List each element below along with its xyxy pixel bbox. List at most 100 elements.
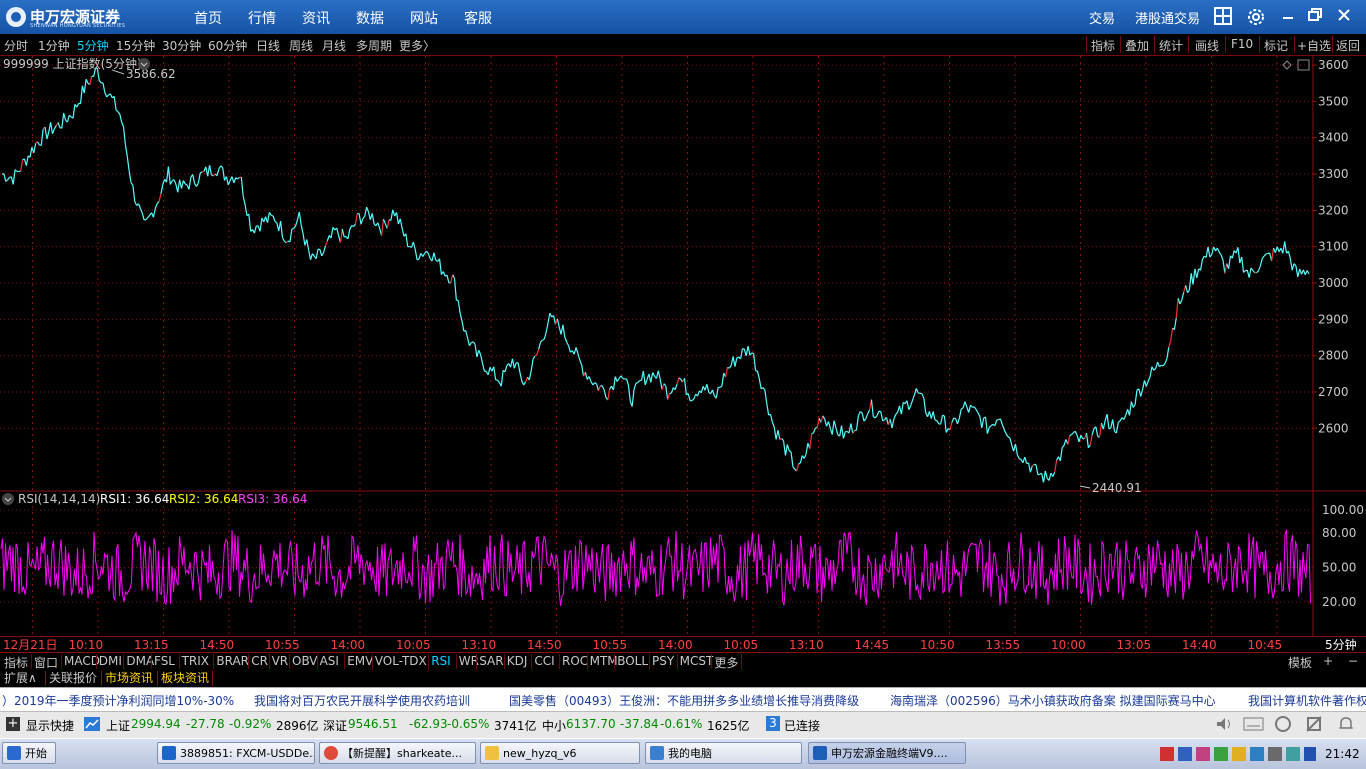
tool-f10[interactable]: F10 xyxy=(1231,37,1253,51)
y-tick-label: 2600 xyxy=(1318,421,1349,435)
period-monthly[interactable]: 月线 xyxy=(322,37,346,54)
rsi-menu-icon[interactable] xyxy=(2,493,14,505)
tool-draw[interactable]: 画线 xyxy=(1195,37,1219,54)
price-segment xyxy=(200,172,202,173)
tab-related-quotes[interactable]: 关联报价 xyxy=(45,671,100,686)
price-segment xyxy=(426,251,428,253)
nav-news[interactable]: 资讯 xyxy=(302,8,330,28)
chart-menu-icon[interactable] xyxy=(138,58,150,70)
time-label: 10:50 xyxy=(920,638,955,652)
restore-icon[interactable] xyxy=(1305,7,1325,27)
price-segment xyxy=(38,142,40,145)
indicator-[interactable]: 窗口 xyxy=(34,654,58,671)
indicator-obv[interactable]: OBV xyxy=(292,654,318,668)
indicator-voltdx[interactable]: VOL-TDX xyxy=(375,654,427,668)
indicator-emv[interactable]: EMV xyxy=(347,654,373,668)
bell-icon[interactable] xyxy=(1336,715,1356,733)
minimize-icon[interactable] xyxy=(1278,7,1298,27)
taskbar-item-active[interactable]: 申万宏源金融终端V9.... xyxy=(808,742,966,764)
tool-back[interactable]: 返回 xyxy=(1336,37,1360,54)
panel-toggle-icon[interactable] xyxy=(1298,60,1309,70)
no-disturb-icon[interactable] xyxy=(1304,715,1324,733)
taskbar-item[interactable]: 我的电脑 xyxy=(645,742,802,764)
indicator-rsi[interactable]: RSI xyxy=(431,654,451,668)
period-30min[interactable]: 30分钟 xyxy=(162,37,201,54)
show-shortcut-label[interactable]: 显示快捷 xyxy=(26,717,74,734)
tool-stats[interactable]: 统计 xyxy=(1159,37,1183,54)
indicator-[interactable]: 更多 xyxy=(714,654,738,671)
news-item[interactable]: 我国将对百万农民开展科学使用农药培训 xyxy=(254,692,470,709)
indicator-psy[interactable]: PSY xyxy=(652,654,674,668)
indicator-[interactable]: 指标 xyxy=(4,654,28,671)
price-segment xyxy=(337,228,339,236)
indicator-boll[interactable]: BOLL xyxy=(617,654,648,668)
grid-icon[interactable] xyxy=(1213,7,1233,27)
period-more[interactable]: 更多〉 xyxy=(399,37,435,54)
indicator-macd[interactable]: MACD xyxy=(64,654,100,668)
period-daily[interactable]: 日线 xyxy=(256,37,280,54)
tool-indicator[interactable]: 指标 xyxy=(1091,37,1115,54)
nav-quotes[interactable]: 行情 xyxy=(248,8,276,28)
price-segment xyxy=(722,373,724,386)
period-1min[interactable]: 1分钟 xyxy=(38,37,70,54)
tool-add-watchlist[interactable]: +自选 xyxy=(1297,37,1331,54)
gear-icon[interactable] xyxy=(1246,7,1266,27)
indicator-kdj[interactable]: KDJ xyxy=(507,654,528,668)
tab-expand[interactable]: 扩展∧ xyxy=(1,671,40,686)
system-tray[interactable] xyxy=(1158,745,1318,763)
tab-market-news[interactable]: 市场资讯 xyxy=(101,671,156,686)
speaker-icon[interactable] xyxy=(1214,715,1234,733)
template-button[interactable]: 模板 xyxy=(1288,654,1312,671)
indicator-sar[interactable]: SAR xyxy=(479,654,503,668)
indicator-asi[interactable]: ASI xyxy=(320,654,339,668)
price-segment xyxy=(118,112,120,114)
nav-website[interactable]: 网站 xyxy=(410,8,438,28)
news-item[interactable]: 我国计算机软件著作权 xyxy=(1248,692,1366,709)
period-5min[interactable]: 5分钟 xyxy=(77,37,109,54)
indicator-mcst[interactable]: MCST xyxy=(680,654,714,668)
chart-trend-icon[interactable] xyxy=(84,717,100,731)
news-item[interactable]: ）2019年一季度预计净利润同增10%-30% xyxy=(2,692,234,709)
tab-sector-news[interactable]: 板块资讯 xyxy=(157,671,213,686)
trade-link[interactable]: 交易 xyxy=(1089,8,1115,27)
kline-chart-area[interactable]: 3600350034003300320031003000290028002700… xyxy=(0,56,1366,636)
price-segment xyxy=(1165,359,1167,364)
add-window-button[interactable]: + xyxy=(1323,654,1333,668)
taskbar-item[interactable]: 3889851: FXCM-USDDe... xyxy=(157,742,315,764)
close-icon[interactable] xyxy=(1334,7,1354,27)
time-label: 10:55 xyxy=(265,638,300,652)
tool-overlay[interactable]: 叠加 xyxy=(1125,37,1149,54)
indicator-trix[interactable]: TRIX xyxy=(182,654,209,668)
taskbar-item[interactable]: new_hyzq_v6 xyxy=(480,742,640,764)
tool-mark[interactable]: 标记 xyxy=(1264,37,1288,54)
indicator-roc[interactable]: ROC xyxy=(562,654,588,668)
keyboard-icon[interactable] xyxy=(1243,716,1265,732)
start-button[interactable]: 开始 xyxy=(2,742,56,764)
nav-home[interactable]: 首页 xyxy=(194,8,222,28)
indicator-cr[interactable]: CR xyxy=(251,654,268,668)
time-label: 13:05 xyxy=(1117,638,1152,652)
hk-connect-trade-link[interactable]: 港股通交易 xyxy=(1135,8,1200,27)
remove-window-button[interactable]: − xyxy=(1348,654,1358,668)
period-multi[interactable]: 多周期 xyxy=(356,37,392,54)
period-intraday[interactable]: 分时 xyxy=(4,37,28,54)
indicator-dmi[interactable]: DMI xyxy=(99,654,122,668)
news-item[interactable]: 海南瑞泽（002596）马术小镇获政府备案 拟建国际赛马中心 xyxy=(890,692,1216,709)
headset-icon[interactable] xyxy=(1273,715,1293,733)
price-segment xyxy=(1262,256,1264,258)
period-15min[interactable]: 15分钟 xyxy=(116,37,155,54)
period-60min[interactable]: 60分钟 xyxy=(208,37,247,54)
nav-service[interactable]: 客服 xyxy=(464,8,492,28)
taskbar-item[interactable]: 【新提醒】sharkeate... xyxy=(319,742,476,764)
indicator-vr[interactable]: VR xyxy=(272,654,289,668)
news-item[interactable]: 国美零售（00493）王俊洲：不能用拼多多业绩增长推导消费降级 xyxy=(509,692,859,709)
price-segment xyxy=(729,365,731,368)
price-segment xyxy=(473,342,475,344)
plus-icon[interactable]: + xyxy=(6,717,20,731)
period-weekly[interactable]: 周线 xyxy=(289,37,313,54)
indicator-brar[interactable]: BRAR xyxy=(216,654,249,668)
indicator-cci[interactable]: CCI xyxy=(534,654,554,668)
nav-data[interactable]: 数据 xyxy=(356,8,384,28)
indicator-fsl[interactable]: FSL xyxy=(154,654,175,668)
price-segment xyxy=(1180,300,1182,304)
